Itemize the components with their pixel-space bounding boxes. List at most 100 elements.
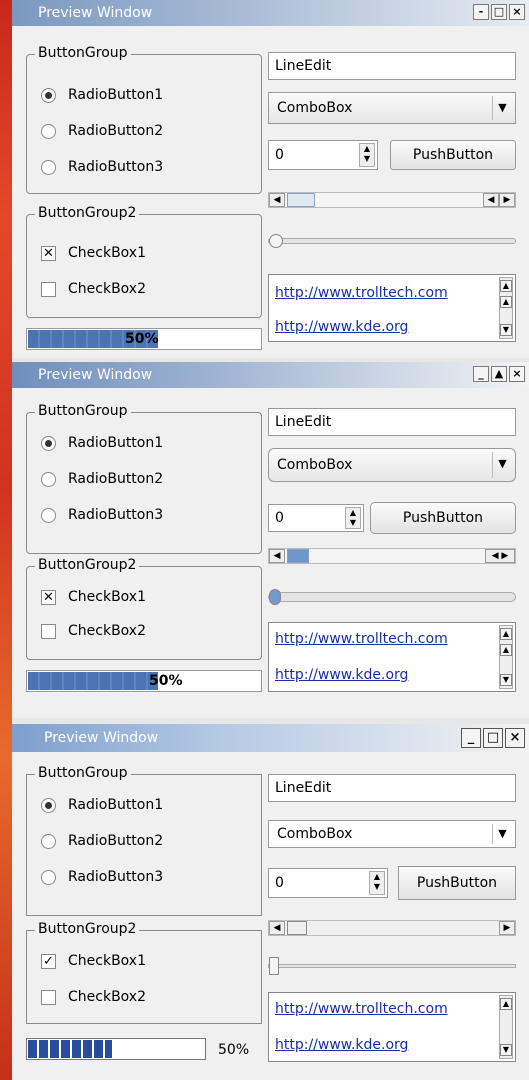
checkbox-1[interactable]: ✕ CheckBox1: [41, 245, 146, 261]
spin-box[interactable]: 0 ▲ ▼: [268, 140, 378, 170]
radio-indicator: [41, 471, 56, 487]
window-title: Preview Window: [38, 367, 153, 383]
list-item[interactable]: http://www.kde.org: [275, 319, 408, 335]
spin-arrows-icon[interactable]: ▲ ▼: [345, 507, 361, 529]
spin-value: 0: [275, 147, 284, 163]
button-group-2: ButtonGroup2 ✕ CheckBox1 CheckBox2: [26, 557, 262, 660]
vertical-scrollbar[interactable]: ▲ ▲ ▼: [499, 625, 513, 689]
line-edit[interactable]: LineEdit: [268, 774, 516, 802]
radio-button-2[interactable]: RadioButton2: [41, 123, 163, 139]
scroll-up-icon[interactable]: ▲: [500, 998, 512, 1010]
slider[interactable]: [268, 589, 516, 605]
list-widget[interactable]: http://www.trolltech.com http://www.kde.…: [268, 622, 516, 692]
scroll-left-icon[interactable]: ◀: [269, 549, 285, 563]
list-item[interactable]: http://www.trolltech.com: [275, 1001, 448, 1017]
chevron-down-icon[interactable]: ▼: [492, 452, 512, 478]
checkbox-2[interactable]: CheckBox2: [41, 989, 146, 1005]
radio-button-1[interactable]: RadioButton1: [41, 87, 163, 103]
spin-arrows-icon[interactable]: ▲ ▼: [359, 143, 375, 167]
scroll-down-icon[interactable]: ▼: [500, 1044, 512, 1056]
checkbox-1[interactable]: ✓ CheckBox1: [41, 953, 146, 969]
slider-handle[interactable]: [269, 234, 283, 248]
slider[interactable]: [268, 234, 516, 248]
chevron-down-icon[interactable]: ▼: [492, 824, 512, 844]
push-button[interactable]: PushButton: [390, 140, 516, 170]
scroll-left-icon[interactable]: ◀: [269, 193, 285, 207]
radio-button-3[interactable]: RadioButton3: [41, 869, 163, 885]
close-button[interactable]: ×: [509, 4, 525, 20]
slider[interactable]: [268, 957, 516, 975]
scroll-down-icon[interactable]: ▼: [500, 324, 512, 336]
vertical-scrollbar[interactable]: ▲ ▲ ▼: [499, 277, 513, 339]
scroll-up-icon[interactable]: ▲: [500, 280, 512, 292]
minimize-button[interactable]: -: [473, 4, 489, 20]
radio-button-2[interactable]: RadioButton2: [41, 833, 163, 849]
line-edit[interactable]: LineEdit: [268, 408, 516, 436]
radio-button-3[interactable]: RadioButton3: [41, 159, 163, 175]
window-body: ButtonGroup RadioButton1 RadioButton2 Ra…: [12, 26, 529, 358]
group-label: ButtonGroup2: [35, 205, 140, 221]
close-button[interactable]: ×: [505, 728, 525, 748]
horizontal-scrollbar[interactable]: ◀ ▶: [268, 920, 516, 936]
spin-arrows-icon[interactable]: ▲ ▼: [369, 871, 385, 895]
minimize-button[interactable]: _: [473, 366, 489, 382]
checkbox-2[interactable]: CheckBox2: [41, 281, 146, 297]
checkbox-2[interactable]: CheckBox2: [41, 623, 146, 639]
radio-label: RadioButton1: [68, 435, 164, 451]
scroll-right-icon[interactable]: ▶: [499, 921, 515, 935]
scroll-handle[interactable]: [287, 549, 309, 563]
scroll-down-icon[interactable]: ▼: [500, 674, 512, 686]
scroll-right-icon[interactable]: ▶: [499, 193, 515, 207]
scroll-arrows-icon[interactable]: ◀ ▶: [485, 549, 515, 563]
title-bar[interactable]: Preview Window - □ ×: [12, 0, 529, 26]
combo-value: ComboBox: [277, 826, 353, 842]
vertical-scrollbar[interactable]: ▲ ▼: [499, 995, 513, 1059]
combo-box[interactable]: ComboBox ▼: [268, 92, 516, 124]
combo-box[interactable]: ComboBox ▼: [268, 820, 516, 848]
list-item[interactable]: http://www.kde.org: [275, 1037, 408, 1053]
checkbox-label: CheckBox1: [68, 245, 146, 261]
progress-label: 50%: [218, 1042, 250, 1058]
radio-button-1[interactable]: RadioButton1: [41, 435, 163, 451]
horizontal-scrollbar[interactable]: ◀ ◀ ▶: [268, 548, 516, 564]
radio-label: RadioButton1: [68, 797, 164, 813]
progress-label: 50%: [125, 331, 159, 347]
push-button[interactable]: PushButton: [398, 866, 516, 900]
progress-label: 50%: [149, 673, 183, 689]
scroll-up-icon[interactable]: ▲: [500, 296, 512, 308]
title-bar[interactable]: Preview Window _ □ ×: [12, 724, 529, 752]
radio-button-2[interactable]: RadioButton2: [41, 471, 163, 487]
checkbox-1[interactable]: ✕ CheckBox1: [41, 589, 146, 605]
radio-button-1[interactable]: RadioButton1: [41, 797, 163, 813]
scroll-left-icon[interactable]: ◀: [269, 921, 285, 935]
checkbox-label: CheckBox2: [68, 623, 146, 639]
maximize-button[interactable]: □: [491, 4, 507, 20]
slider-handle[interactable]: [269, 957, 279, 975]
list-item[interactable]: http://www.kde.org: [275, 667, 408, 683]
list-widget[interactable]: http://www.trolltech.com http://www.kde.…: [268, 992, 516, 1062]
close-button[interactable]: ×: [509, 366, 525, 382]
title-bar[interactable]: Preview Window _ ▲ ×: [12, 362, 529, 388]
chevron-down-icon[interactable]: ▼: [492, 96, 512, 120]
scroll-handle[interactable]: [287, 921, 307, 935]
radio-label: RadioButton2: [68, 471, 164, 487]
minimize-button[interactable]: _: [461, 728, 481, 748]
scroll-up-icon[interactable]: ▲: [500, 628, 512, 640]
horizontal-scrollbar[interactable]: ◀ ◀ ▶: [268, 192, 516, 208]
list-item[interactable]: http://www.trolltech.com: [275, 631, 448, 647]
spin-box[interactable]: 0 ▲ ▼: [268, 868, 388, 898]
scroll-handle[interactable]: [287, 193, 315, 207]
scroll-left-icon[interactable]: ◀: [483, 193, 499, 207]
shade-button[interactable]: ▲: [491, 366, 507, 382]
maximize-button[interactable]: □: [483, 728, 503, 748]
radio-button-3[interactable]: RadioButton3: [41, 507, 163, 523]
list-item[interactable]: http://www.trolltech.com: [275, 285, 448, 301]
push-button[interactable]: PushButton: [370, 502, 516, 534]
list-widget[interactable]: http://www.trolltech.com http://www.kde.…: [268, 274, 516, 342]
line-edit[interactable]: LineEdit: [268, 52, 516, 80]
slider-handle[interactable]: [269, 589, 281, 605]
radio-indicator: [41, 833, 56, 849]
scroll-up-icon[interactable]: ▲: [500, 644, 512, 656]
spin-box[interactable]: 0 ▲ ▼: [268, 504, 364, 532]
combo-box[interactable]: ComboBox ▼: [268, 448, 516, 482]
